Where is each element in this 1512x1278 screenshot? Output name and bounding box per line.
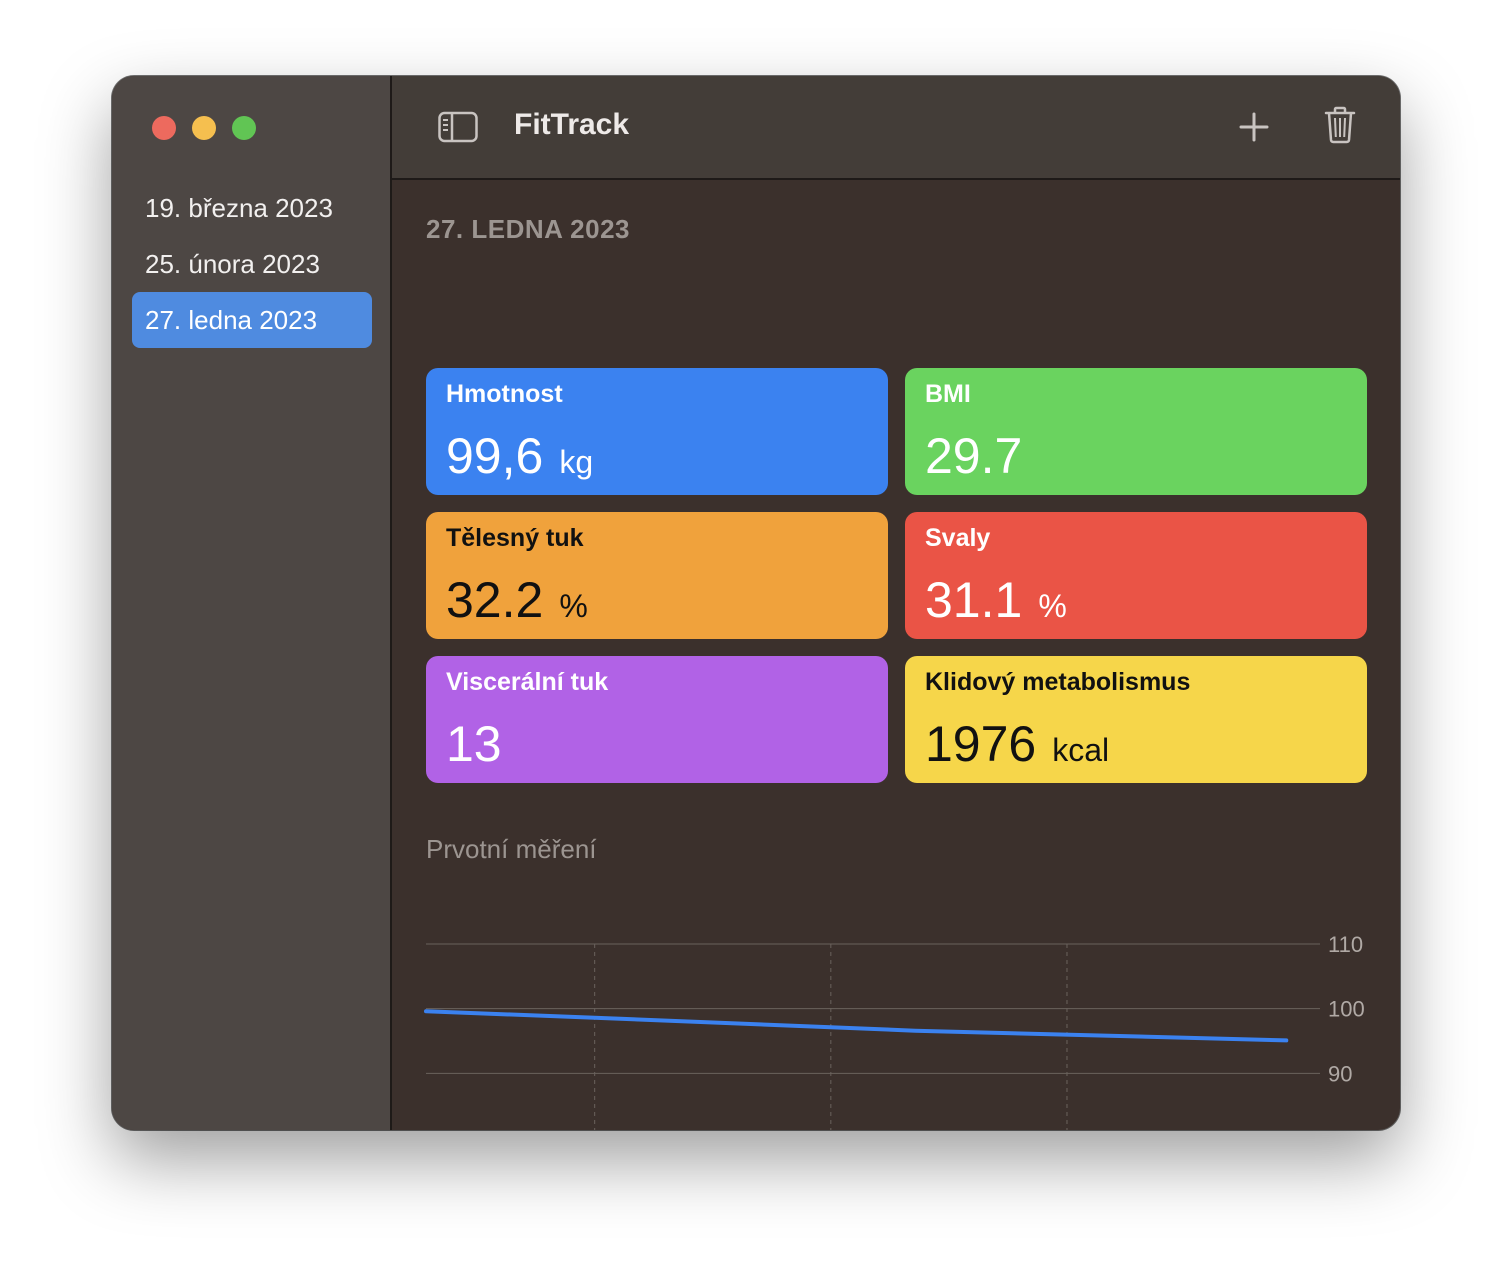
measurement-date-heading: 27. LEDNA 2023 xyxy=(426,214,631,244)
weight-card: Hmotnost 99,6 kg xyxy=(426,368,888,495)
toolbar: FitTrack xyxy=(392,76,1400,180)
card-value: 1976 xyxy=(925,716,1037,772)
sidebar: 19. března 2023 25. února 2023 27. ledna… xyxy=(112,76,392,1130)
y-tick-label: 90 xyxy=(1328,1061,1352,1086)
card-label: BMI xyxy=(925,380,971,408)
y-tick-label: 100 xyxy=(1328,997,1365,1022)
card-unit: % xyxy=(559,588,588,624)
y-tick-label: 80 xyxy=(1328,1126,1352,1130)
card-label: Tělesný tuk xyxy=(446,524,584,552)
plus-icon xyxy=(1239,112,1269,142)
app-window: 19. března 2023 25. února 2023 27. ledna… xyxy=(112,76,1400,1130)
card-label: Viscerální tuk xyxy=(446,668,609,696)
resting-metabolism-card: Klidový metabolismus 1976 kcal xyxy=(905,656,1367,783)
card-value: 13 xyxy=(446,716,502,772)
zoom-window-button[interactable] xyxy=(232,116,256,140)
card-label: Svaly xyxy=(925,524,991,552)
chart-title: Prvotní měření xyxy=(426,834,597,864)
card-value: 99,6 xyxy=(446,428,544,484)
minimize-window-button[interactable] xyxy=(192,116,216,140)
trash-icon xyxy=(1324,106,1356,144)
y-tick-label: 110 xyxy=(1328,932,1363,957)
weight-series-line xyxy=(424,1009,1289,1043)
card-value: 32.2 xyxy=(446,572,544,628)
sidebar-icon xyxy=(438,111,478,143)
card-value: 29.7 xyxy=(925,428,1023,484)
card-unit: kcal xyxy=(1052,732,1110,768)
detail-view: 27. LEDNA 2023 Hmotnost 99,6 kg BMI 29.7 … xyxy=(392,180,1400,1130)
card-label: Hmotnost xyxy=(446,380,563,408)
muscle-card: Svaly 31.1% xyxy=(905,512,1367,639)
sidebar-item-measurement-selected[interactable]: 27. ledna 2023 xyxy=(132,292,372,348)
card-unit: kg xyxy=(559,444,594,480)
card-unit: % xyxy=(1038,588,1067,624)
sidebar-item-measurement[interactable]: 25. února 2023 xyxy=(132,236,372,292)
card-label: Klidový metabolismus xyxy=(925,668,1191,696)
close-window-button[interactable] xyxy=(152,116,176,140)
measurement-list: 19. března 2023 25. února 2023 27. ledna… xyxy=(132,180,372,348)
sidebar-toggle-button[interactable] xyxy=(438,111,478,143)
card-value: 31.1 xyxy=(925,572,1023,628)
app-title: FitTrack xyxy=(514,108,630,141)
sidebar-item-measurement[interactable]: 19. března 2023 xyxy=(132,180,372,236)
visceral-fat-card: Viscerální tuk 13 xyxy=(426,656,888,783)
add-measurement-button[interactable] xyxy=(1238,111,1270,143)
bmi-card: BMI 29.7 xyxy=(905,368,1367,495)
body-fat-card: Tělesný tuk 32.2% xyxy=(426,512,888,639)
delete-measurement-button[interactable] xyxy=(1324,106,1356,144)
weight-chart: 80901001106. 2.20. 2.6. 3. xyxy=(424,932,1365,1130)
